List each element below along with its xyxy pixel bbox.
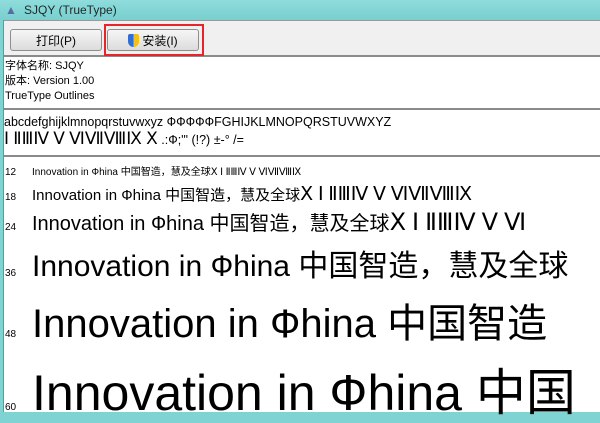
size-label: 48: [5, 329, 17, 340]
font-viewer-icon: ▲: [5, 3, 17, 17]
sample-row: 48 Innovation in Фhina 中国智造: [4, 291, 600, 353]
size-label: 24: [5, 222, 17, 233]
font-preview-window: 打印(P) 安装(I) 字体名称: SJQY 版本: Version 1.00 …: [3, 20, 600, 421]
size-samples: 12 Innovation in Фhina 中国智造，慧及全球 Ⅹ Ⅰ ⅡⅢⅣ …: [4, 157, 600, 423]
sample-row: 36 Innovation in Фhina 中国智造，慧及全球: [4, 241, 600, 291]
title-bar: ▲ SJQY (TrueType): [0, 0, 600, 20]
sample-roman: Ⅹ Ⅰ ⅡⅢⅣ Ⅴ Ⅵ: [389, 210, 527, 236]
sample-text: Innovation in Фhina 中国智造，慧及全球: [32, 167, 211, 178]
sample-text: Innovation in Фhina 中国智造，慧及全球: [32, 187, 301, 204]
character-set: abcdefghijklmnopqrstuvwxyz ФФФФФFGHIJKLM…: [4, 110, 600, 157]
install-button[interactable]: 安装(I): [107, 29, 199, 51]
size-label: 36: [5, 268, 17, 279]
sample-text: Innovation in Фhina 中国智造，慧及全球: [32, 250, 569, 283]
sample-row: 12 Innovation in Фhina 中国智造，慧及全球 Ⅹ Ⅰ ⅡⅢⅣ …: [4, 163, 600, 183]
font-info: 字体名称: SJQY 版本: Version 1.00 TrueType Out…: [4, 57, 600, 110]
toolbar: 打印(P) 安装(I): [4, 20, 600, 57]
size-label: 60: [5, 402, 17, 413]
uac-shield-icon: [128, 33, 140, 47]
sample-text: Innovation in Фhina 中国智造，慧及全球: [32, 213, 390, 235]
print-button[interactable]: 打印(P): [10, 29, 102, 51]
font-type: TrueType Outlines: [5, 90, 95, 102]
sample-roman: Ⅹ Ⅰ ⅡⅢⅣ Ⅴ ⅥⅦⅧⅨ: [210, 167, 302, 178]
sample-text: Innovation in Фhina 中国智造: [32, 302, 548, 346]
size-label: 12: [5, 167, 17, 178]
sample-roman: Ⅹ Ⅰ ⅡⅢⅣ Ⅴ ⅥⅦⅧⅨ: [300, 184, 473, 205]
font-name: 字体名称: SJQY: [5, 60, 84, 72]
charset-symbols: .:Ф;'" (!?) ±-° /=: [161, 133, 244, 147]
print-label: 打印(P): [36, 33, 76, 48]
charset-roman: Ⅰ ⅡⅢⅣ Ⅴ ⅥⅦⅧⅨ Ⅹ: [4, 129, 158, 148]
install-label: 安装(I): [142, 33, 178, 48]
sample-row: 18 Innovation in Фhina 中国智造，慧及全球 Ⅹ Ⅰ ⅡⅢⅣ …: [4, 183, 600, 207]
font-version: 版本: Version 1.00: [5, 75, 95, 87]
sample-row: 60 Innovation in Фhina 中国: [4, 353, 600, 423]
sample-row: 24 Innovation in Фhina 中国智造，慧及全球 Ⅹ Ⅰ ⅡⅢⅣ …: [4, 207, 600, 241]
window-title: SJQY (TrueType): [24, 3, 117, 17]
charset-line-1: abcdefghijklmnopqrstuvwxyz ФФФФФFGHIJKLM…: [4, 115, 392, 129]
sample-text: Innovation in Фhina 中国: [32, 365, 576, 421]
size-label: 18: [5, 192, 17, 203]
